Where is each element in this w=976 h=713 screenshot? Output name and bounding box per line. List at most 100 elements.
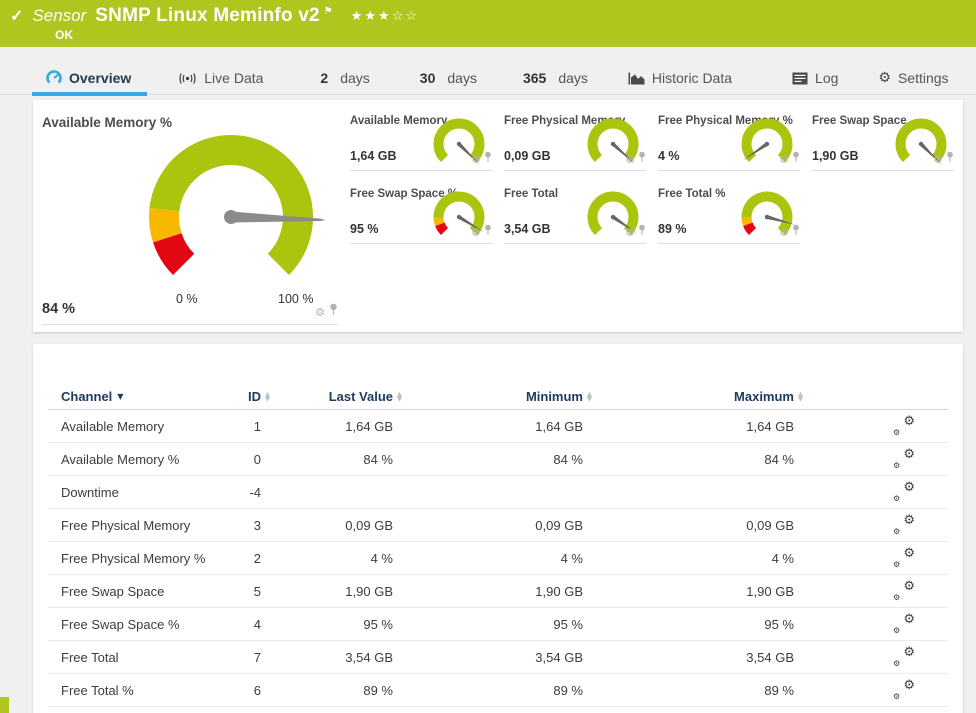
channel-table: Channel ▼ ID ▲ ▼ Last Value ▲ ▼ Minimum ▲ ▼… [48, 384, 948, 707]
tab-365-days[interactable]: 365 days [523, 62, 588, 95]
tab-settings[interactable]: ⚙ Settings [878, 62, 948, 95]
cell-channel: Free Swap Space [61, 583, 165, 599]
cell-maximum: 95 % [764, 616, 794, 632]
cell-maximum: 1,64 GB [746, 418, 794, 434]
channel-settings-icon[interactable]: ⚙ ⚙ [893, 480, 915, 503]
column-label: Last Value [328, 389, 393, 404]
cell-maximum: 89 % [764, 682, 794, 698]
table-row[interactable]: Free Swap Space % 4 95 % 95 % 95 % ⚙ ⚙ [48, 608, 948, 641]
tab-live-data[interactable]: Live Data [178, 62, 263, 95]
cell-last-value: 1,90 GB [345, 583, 393, 599]
column-header-channel[interactable]: Channel ▼ [48, 389, 238, 404]
cell-minimum: 1,64 GB [535, 418, 583, 434]
mini-gauge-cell[interactable]: Free Physical Memory 0,09 GB ⚙ [504, 115, 646, 171]
mini-gauge-chart [584, 191, 642, 250]
tab-number: 30 [419, 70, 436, 86]
pin-icon[interactable] [638, 223, 646, 241]
table-row[interactable]: Free Physical Memory 3 0,09 GB 0,09 GB 0,09 … [48, 509, 948, 542]
cell-minimum: 3,54 GB [535, 649, 583, 665]
cell-channel: Downtime [61, 484, 119, 500]
column-header-maximum[interactable]: Maximum ▲ ▼ [592, 389, 803, 404]
tab-label: days [340, 70, 370, 86]
gauge-arc-red [743, 222, 757, 236]
tab-overview[interactable]: Overview [31, 62, 148, 96]
mini-gauge-cell[interactable]: Free Swap Space 1,90 GB ⚙ [812, 115, 954, 171]
tab-label: Settings [897, 70, 949, 86]
mini-gauge-cell[interactable]: Free Total 3,54 GB ⚙ [504, 188, 646, 244]
tab-label: Overview [69, 70, 132, 86]
pin-icon[interactable] [484, 150, 492, 168]
sort-icon: ▲ ▼ [798, 389, 803, 403]
channel-settings-icon[interactable]: ⚙ ⚙ [893, 612, 915, 635]
mini-gauge-cell[interactable]: Free Physical Memory % 4 % ⚙ [658, 115, 800, 171]
pin-icon[interactable] [484, 223, 492, 241]
gear-icon[interactable]: ⚙ [625, 226, 635, 239]
pin-icon[interactable] [329, 303, 338, 321]
log-icon [792, 72, 808, 85]
gauge-arc-yellow [433, 217, 445, 227]
column-header-minimum[interactable]: Minimum ▲ ▼ [402, 389, 592, 404]
mini-gauge-cell[interactable]: Free Total % 89 % ⚙ [658, 188, 800, 244]
tab-bar: Overview Live Data 2 days 30 days 365 da… [0, 62, 976, 96]
column-header-id[interactable]: ID ▲ ▼ [238, 389, 270, 404]
tab-30-days[interactable]: 30 days [420, 62, 477, 95]
column-header-last-value[interactable]: Last Value ▲ ▼ [270, 389, 402, 404]
mini-gauge-value: 89 % [658, 222, 687, 236]
gauge-icon [46, 70, 62, 86]
table-row[interactable]: Free Total % 6 89 % 89 % 89 % ⚙ ⚙ [48, 674, 948, 707]
cell-id: 0 [253, 451, 261, 467]
priority-stars[interactable]: ★★★☆☆ [351, 9, 419, 24]
main-gauge-chart [101, 125, 361, 290]
area-chart-icon [628, 71, 645, 85]
channel-settings-icon[interactable]: ⚙ ⚙ [893, 414, 915, 437]
mini-gauge-chart [892, 118, 950, 177]
tab-label: Log [815, 70, 839, 86]
channel-settings-icon[interactable]: ⚙ ⚙ [893, 546, 915, 569]
gear-icon[interactable]: ⚙ [779, 226, 789, 239]
table-row[interactable]: Downtime -4 ⚙ ⚙ [48, 476, 948, 509]
mini-gauge-chart [738, 191, 796, 250]
pin-icon[interactable] [638, 150, 646, 168]
gear-icon[interactable]: ⚙ [471, 226, 481, 239]
channel-settings-icon[interactable]: ⚙ ⚙ [893, 513, 915, 536]
cell-maximum: 3,54 GB [746, 649, 794, 665]
mini-gauges-grid: Available Memory 1,64 GB ⚙ Free Physical Me… [350, 115, 954, 244]
flag-icon[interactable]: ⚑ [324, 6, 333, 17]
table-row[interactable]: Free Physical Memory % 2 4 % 4 % 4 % ⚙ ⚙ [48, 542, 948, 575]
gauge-chart [149, 135, 326, 275]
tab-2-days[interactable]: 2 days [320, 62, 369, 95]
channel-settings-icon[interactable]: ⚙ ⚙ [893, 678, 915, 701]
gear-icon[interactable]: ⚙ [779, 153, 789, 166]
mini-gauge-cell[interactable]: Free Swap Space % 95 % ⚙ [350, 188, 492, 244]
tab-log[interactable]: Log [792, 62, 838, 95]
table-row[interactable]: Free Swap Space 5 1,90 GB 1,90 GB 1,90 GB ⚙ ⚙ [48, 575, 948, 608]
mini-gauge-chart [584, 118, 642, 177]
channel-settings-icon[interactable]: ⚙ ⚙ [893, 579, 915, 602]
gear-icon[interactable]: ⚙ [471, 153, 481, 166]
mini-gauge-chart [430, 118, 488, 177]
column-label: ID [248, 389, 261, 404]
cell-channel: Free Swap Space % [61, 616, 180, 632]
table-row[interactable]: Free Total 7 3,54 GB 3,54 GB 3,54 GB ⚙ ⚙ [48, 641, 948, 674]
gear-icon[interactable]: ⚙ [625, 153, 635, 166]
cell-last-value: 1,64 GB [345, 418, 393, 434]
table-row[interactable]: Available Memory % 0 84 % 84 % 84 % ⚙ ⚙ [48, 443, 948, 476]
pin-icon[interactable] [946, 150, 954, 168]
table-row[interactable]: Available Memory 1 1,64 GB 1,64 GB 1,64 GB ⚙ ⚙ [48, 410, 948, 443]
cell-channel: Free Total % [61, 682, 134, 698]
table-body: Available Memory 1 1,64 GB 1,64 GB 1,64 GB ⚙ ⚙… [48, 410, 948, 707]
pin-icon[interactable] [792, 223, 800, 241]
pin-icon[interactable] [792, 150, 800, 168]
channel-settings-icon[interactable]: ⚙ ⚙ [893, 645, 915, 668]
page-corner-accent [0, 697, 9, 713]
channel-settings-icon[interactable]: ⚙ ⚙ [893, 447, 915, 470]
gear-icon[interactable]: ⚙ [315, 306, 325, 319]
cell-last-value: 4 % [370, 550, 393, 566]
cell-maximum: 0,09 GB [746, 517, 794, 533]
tab-label: days [447, 70, 477, 86]
sorted-desc-icon: ▼ [117, 392, 124, 401]
mini-gauge-cell[interactable]: Available Memory 1,64 GB ⚙ [350, 115, 492, 171]
gear-icon[interactable]: ⚙ [933, 153, 943, 166]
tab-historic-data[interactable]: Historic Data [628, 62, 732, 95]
tab-label: days [558, 70, 588, 86]
